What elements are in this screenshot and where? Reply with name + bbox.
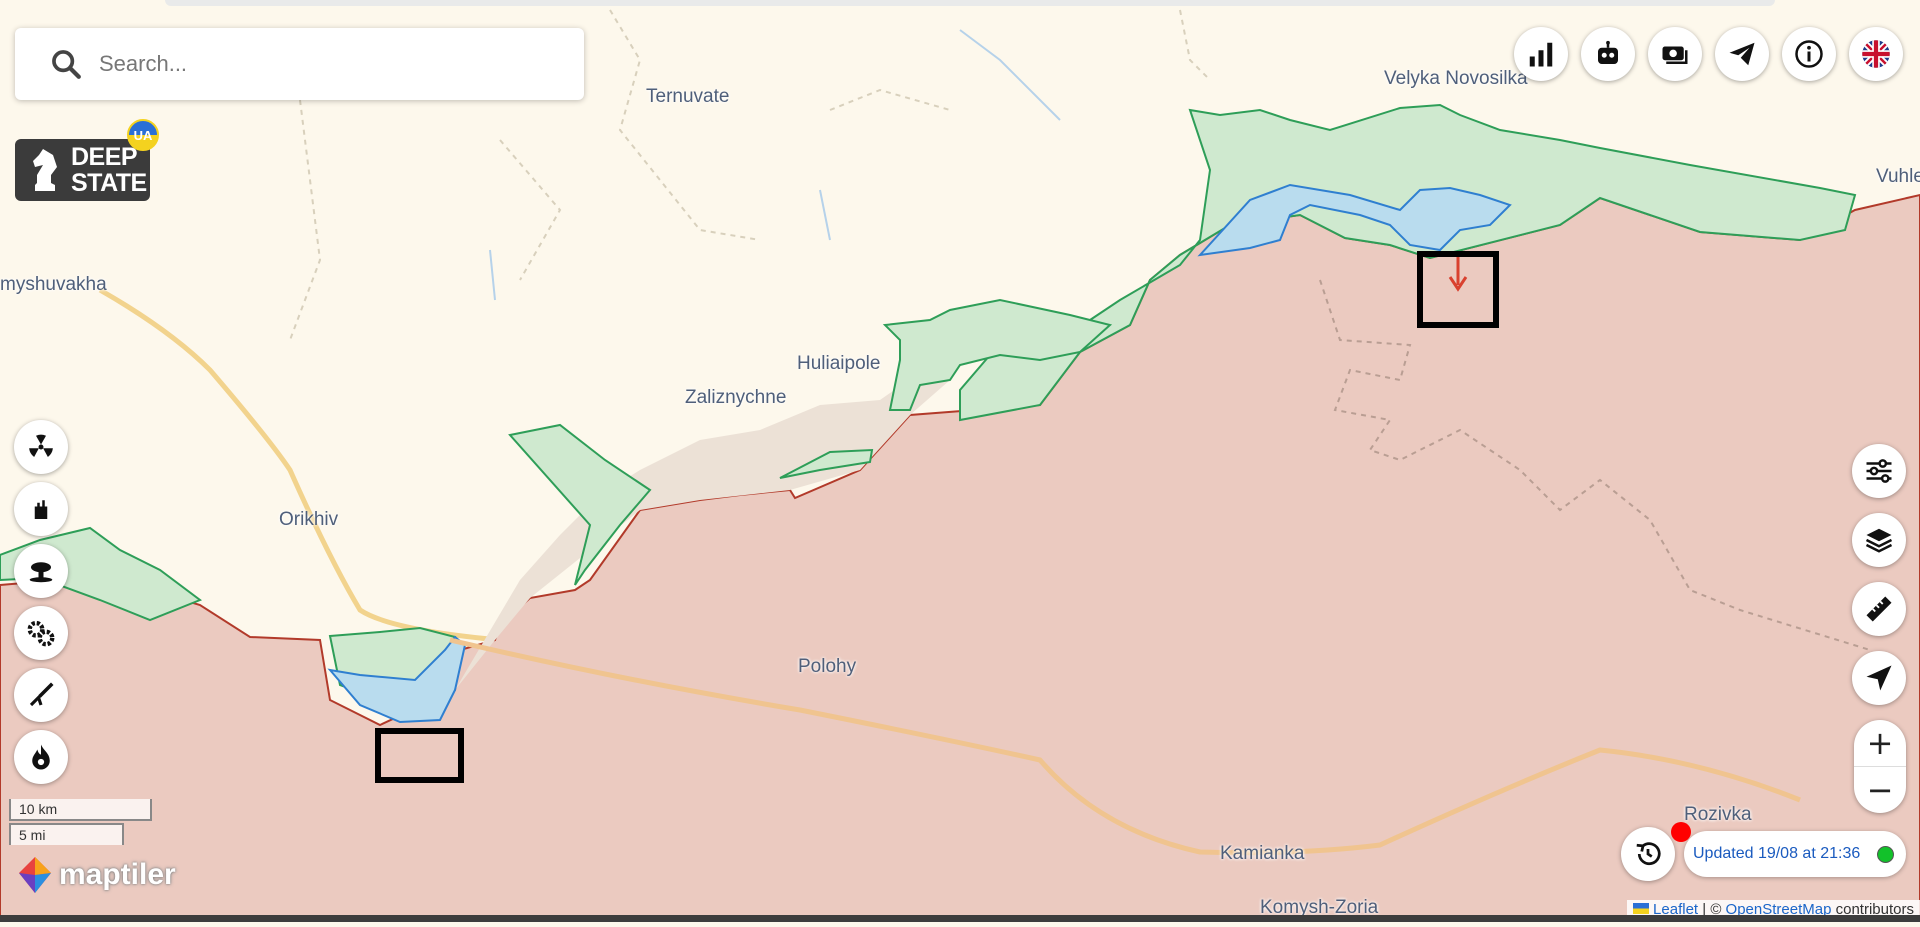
ruler-icon: [1866, 596, 1892, 622]
money-icon: [1662, 46, 1688, 64]
info-icon: [1795, 40, 1823, 68]
scale-imperial: 5 mi: [9, 823, 124, 845]
fire-layer-button[interactable]: [14, 730, 68, 784]
uk-flag-icon: [1862, 40, 1890, 68]
artillery-layer-button[interactable]: [14, 668, 68, 722]
notification-dot: [1671, 822, 1691, 842]
place-label-rozivka: Rozivka: [1684, 804, 1752, 825]
radiation-icon: [29, 434, 53, 457]
robot-icon: [1598, 40, 1618, 64]
place-label-myshuvakha: myshuvakha: [0, 274, 107, 295]
place-label-velyka-novosilka: Velyka Novosilka: [1384, 68, 1528, 89]
locate-button[interactable]: [1852, 651, 1906, 705]
update-status[interactable]: Updated 19/08 at 21:36: [1684, 831, 1906, 877]
bot-button[interactable]: [1581, 27, 1635, 81]
ua-language-badge[interactable]: UA: [127, 119, 159, 151]
navigation-arrow-icon: [1866, 665, 1892, 691]
place-label-polohy: Polohy: [798, 656, 857, 677]
map-canvas[interactable]: [0, 0, 1920, 923]
map-svg: [0, 0, 1920, 923]
fortification-layer-button[interactable]: [14, 482, 68, 536]
search-icon: [52, 50, 81, 79]
place-label-huliaipole: Huliaipole: [797, 353, 881, 374]
place-label-orikhiv: Orikhiv: [279, 509, 339, 530]
maptiler-text: maptiler: [59, 858, 176, 891]
place-label-kamianka: Kamianka: [1220, 843, 1305, 864]
place-label-ternuvate: Ternuvate: [646, 86, 730, 107]
stats-button[interactable]: [1514, 27, 1568, 81]
zoom-in-button[interactable]: +: [1854, 720, 1906, 767]
language-button[interactable]: [1849, 27, 1903, 81]
ukraine-flag-icon: [1632, 903, 1649, 914]
place-label-vuhle: Vuhle: [1876, 166, 1920, 187]
fire-icon: [32, 744, 50, 770]
sliders-icon: [1866, 459, 1892, 483]
donate-button[interactable]: [1648, 27, 1702, 81]
history-icon: [1636, 842, 1661, 866]
info-button[interactable]: [1782, 27, 1836, 81]
online-indicator: [1877, 845, 1894, 863]
units-layer-button[interactable]: [14, 606, 68, 660]
zoom-out-button[interactable]: −: [1854, 767, 1906, 813]
deepstate-logo[interactable]: DEEP STATE: [15, 139, 150, 201]
rocket-launcher-icon: [29, 682, 54, 707]
history-button[interactable]: [1621, 827, 1675, 881]
maptiler-icon: [19, 857, 51, 893]
maptiler-logo[interactable]: maptiler: [15, 855, 176, 895]
telegram-button[interactable]: [1715, 27, 1769, 81]
nuclear-layer-button[interactable]: [14, 420, 68, 474]
explosion-icon: [29, 562, 53, 583]
logo-text-state: STATE: [71, 169, 147, 197]
place-label-zaliznychne: Zaliznychne: [685, 387, 787, 408]
search-input[interactable]: [97, 50, 561, 78]
scale-metric: 10 km: [9, 799, 152, 821]
zoom-control: + −: [1854, 720, 1906, 813]
gears-icon: [27, 620, 55, 647]
highlight-box-north: [1417, 251, 1499, 328]
filters-button[interactable]: [1852, 444, 1906, 498]
search-bar: [15, 28, 584, 100]
bottom-bar: [0, 915, 1920, 922]
updated-text: Updated 19/08 at 21:36: [1693, 845, 1861, 862]
bar-chart-icon: [1529, 42, 1553, 67]
telegram-icon: [1729, 42, 1755, 66]
highlight-box-south: [375, 728, 464, 783]
castle-icon: [34, 500, 48, 519]
layers-icon: [1865, 528, 1893, 553]
top-edge-strip: [165, 0, 1775, 6]
layers-button[interactable]: [1852, 513, 1906, 567]
ruler-button[interactable]: [1852, 582, 1906, 636]
knight-icon: [33, 149, 57, 191]
explosion-layer-button[interactable]: [14, 544, 68, 598]
